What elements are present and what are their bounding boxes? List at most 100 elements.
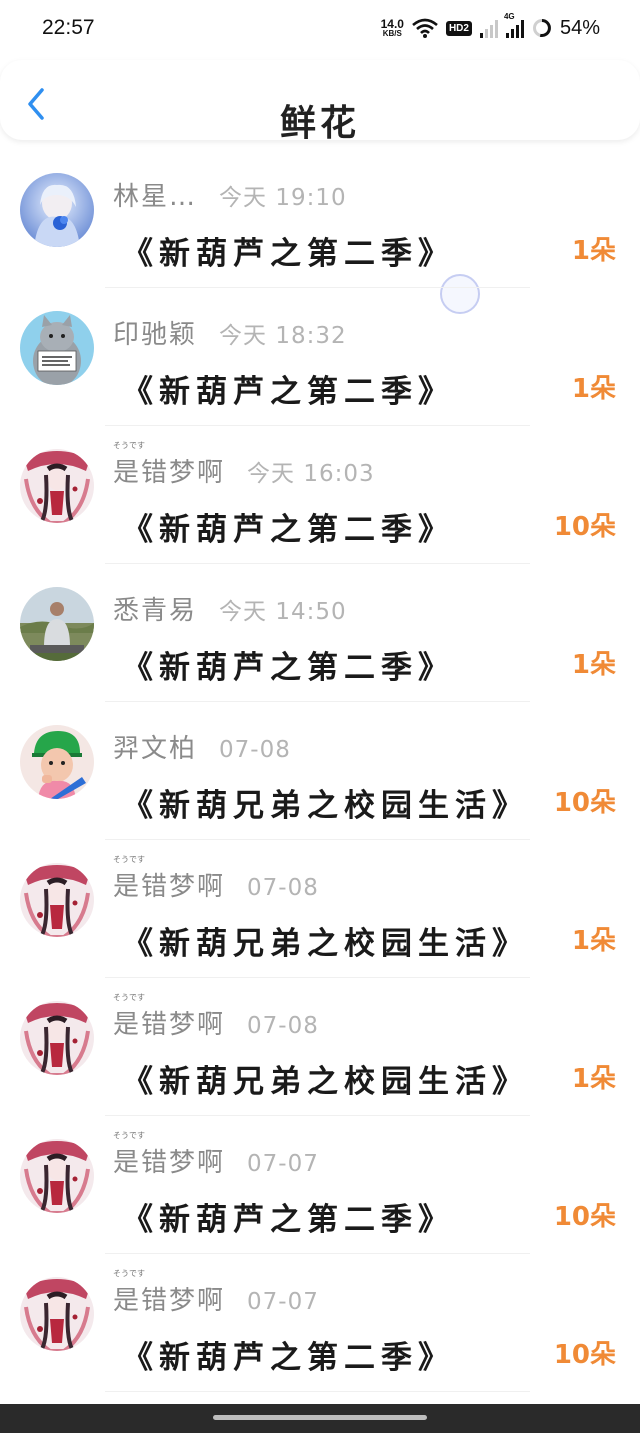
gift-time: 07-07: [247, 1289, 319, 1315]
sender-line: そうです是错梦啊 07-08: [113, 855, 319, 903]
list-item[interactable]: 林星… 今天 19:10 《新葫芦之第二季》 1朵: [0, 150, 640, 288]
network-type-label: 4G: [503, 12, 515, 21]
avatar-image: [20, 449, 94, 523]
sender-line: そうです 是错梦啊 07-08: [113, 993, 319, 1041]
work-title[interactable]: 《新葫芦之第二季》: [122, 642, 455, 687]
network-speed-unit: KB/S: [382, 29, 402, 38]
sender-line: 羿文柏 07-08: [113, 728, 291, 765]
battery-percent: 54%: [559, 16, 600, 39]
sender-name[interactable]: そうです 是错梦啊: [113, 1131, 226, 1179]
work-title[interactable]: 《新葫芦之第二季》: [122, 504, 455, 549]
sender-name[interactable]: そうです 是错梦啊: [113, 993, 226, 1041]
signal-4g-icon: 4G: [504, 12, 524, 38]
hd-badge: HD2: [445, 20, 472, 36]
sender-name[interactable]: そうです 是错梦啊: [113, 441, 226, 489]
avatar-image: [20, 587, 94, 661]
work-title[interactable]: 《新葫芦之第二季》: [122, 1332, 455, 1377]
flower-gift-list: 林星… 今天 19:10 《新葫芦之第二季》 1朵 印驰颖 今天 18:32 《…: [0, 150, 640, 1392]
work-title[interactable]: 《新葫兄弟之校园生活》: [122, 918, 529, 963]
page-header: 鲜花: [0, 60, 640, 140]
avatar[interactable]: [20, 173, 94, 247]
gift-time: 07-08: [247, 875, 319, 901]
avatar[interactable]: [20, 1001, 94, 1075]
battery-icon: [532, 19, 551, 37]
sender-name-text: 是错梦啊: [113, 1148, 226, 1178]
list-item[interactable]: 羿文柏 07-08 《新葫兄弟之校园生活》 10朵: [0, 702, 640, 840]
avatar[interactable]: [20, 311, 94, 385]
sender-name-text: 是错梦啊: [113, 458, 226, 488]
row-divider: [105, 1391, 530, 1392]
avatar-image: [20, 1139, 94, 1213]
sender-name[interactable]: 悉青易: [113, 590, 197, 627]
sender-name-text: 是错梦啊: [113, 872, 226, 902]
avatar-image: [20, 863, 94, 937]
avatar[interactable]: [20, 587, 94, 661]
avatar[interactable]: [20, 725, 94, 799]
work-title[interactable]: 《新葫芦之第二季》: [122, 228, 455, 273]
sender-line: 林星… 今天 19:10: [113, 176, 347, 213]
avatar-image: [20, 173, 94, 247]
gift-time: 今天 14:50: [219, 599, 347, 625]
gift-time: 今天 19:10: [219, 185, 347, 211]
wifi-icon: [412, 18, 438, 38]
name-kana: そうです: [113, 1269, 145, 1278]
avatar[interactable]: [20, 449, 94, 523]
name-kana: そうです: [113, 1131, 145, 1140]
sender-line: 悉青易 今天 14:50: [113, 590, 347, 627]
gift-time: 07-07: [247, 1151, 319, 1177]
list-item[interactable]: そうです是错梦啊 07-07 《新葫芦之第二季》 10朵: [0, 1254, 640, 1392]
list-item[interactable]: そうです是错梦啊 07-07 《新葫芦之第二季》 10朵: [0, 1116, 640, 1254]
avatar[interactable]: [20, 1139, 94, 1213]
status-time: 22:57: [42, 16, 95, 39]
flower-count: 1朵: [571, 650, 616, 680]
list-item[interactable]: 悉青易 今天 14:50 《新葫芦之第二季》 1朵: [0, 564, 640, 702]
avatar-image: [20, 1001, 94, 1075]
sender-name-text: 林星…: [113, 182, 198, 212]
name-kana: そうです: [113, 441, 145, 450]
gift-time: 07-08: [219, 737, 291, 763]
flower-count: 10朵: [553, 788, 616, 818]
home-indicator[interactable]: [213, 1415, 427, 1420]
flower-count: 1朵: [571, 236, 616, 266]
sender-name[interactable]: 印驰颖: [113, 314, 197, 351]
name-kana: そうです: [113, 993, 145, 1002]
gift-time: 今天 16:03: [247, 461, 375, 487]
sender-line: そうです是错梦啊 今天 16:03: [113, 441, 375, 489]
work-title[interactable]: 《新葫兄弟之校园生活》: [122, 780, 529, 825]
sender-name-text: 是错梦啊: [113, 1286, 226, 1316]
avatar[interactable]: [20, 1277, 94, 1351]
avatar[interactable]: [20, 863, 94, 937]
sender-name-text: 印驰颖: [113, 320, 198, 350]
list-item[interactable]: そうです是错梦啊 07-08 《新葫兄弟之校园生活》 1朵: [0, 840, 640, 978]
work-title[interactable]: 《新葫兄弟之校园生活》: [122, 1056, 529, 1101]
sender-name[interactable]: 林星…: [113, 176, 197, 213]
sender-name[interactable]: そうです 是错梦啊: [113, 1269, 226, 1317]
sender-name-text: 悉青易: [113, 596, 198, 626]
sender-line: そうです是错梦啊 07-07: [113, 1131, 319, 1179]
sender-line: 印驰颖 今天 18:32: [113, 314, 347, 351]
work-title[interactable]: 《新葫芦之第二季》: [122, 1194, 455, 1239]
name-kana: そうです: [113, 855, 145, 864]
flower-count: 10朵: [553, 1340, 616, 1370]
list-item[interactable]: そうです是错梦啊 今天 16:03 《新葫芦之第二季》 10朵: [0, 426, 640, 564]
status-bar: 22:57 14.0 KB/S HD2 4G 54%: [0, 0, 640, 56]
flower-count: 1朵: [571, 1064, 616, 1094]
sender-name[interactable]: そうです 是错梦啊: [113, 855, 226, 903]
flower-count: 10朵: [553, 512, 616, 542]
list-item[interactable]: そうです 是错梦啊 07-08 《新葫兄弟之校园生活》 1朵: [0, 978, 640, 1116]
sender-name[interactable]: 羿文柏: [113, 728, 197, 765]
sender-name-text: 羿文柏: [113, 734, 198, 764]
sender-name-text: 是错梦啊: [113, 1010, 226, 1040]
page-title: 鲜花: [279, 103, 360, 140]
avatar-image: [20, 725, 94, 799]
work-title[interactable]: 《新葫芦之第二季》: [122, 366, 455, 411]
system-nav-bar: [0, 1404, 640, 1433]
gift-time: 今天 18:32: [219, 323, 347, 349]
signal-sim1-icon: [479, 18, 498, 38]
status-icons: 14.0 KB/S HD2 4G 54%: [381, 12, 600, 42]
flower-count: 1朵: [571, 926, 616, 956]
avatar-image: [20, 1277, 94, 1351]
avatar-image: [20, 311, 94, 385]
list-item[interactable]: 印驰颖 今天 18:32 《新葫芦之第二季》 1朵: [0, 288, 640, 426]
flower-count: 10朵: [553, 1202, 616, 1232]
